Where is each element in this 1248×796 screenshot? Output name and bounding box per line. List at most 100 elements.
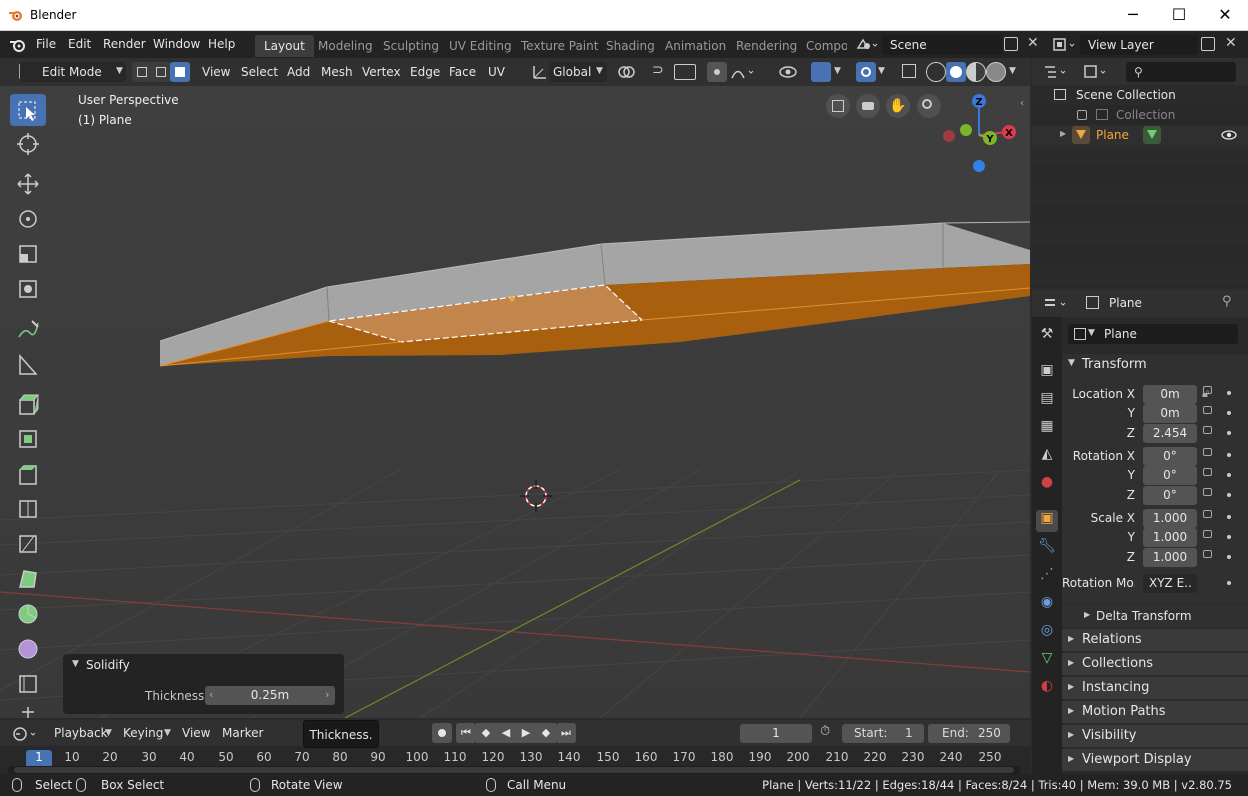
face-select-icon[interactable]: [170, 62, 190, 82]
visibility-section[interactable]: ▶ Visibility: [1062, 725, 1248, 747]
xray-toggle-icon[interactable]: [902, 64, 916, 78]
menu-keying[interactable]: Keying: [123, 723, 163, 743]
toggle-camera-view-icon[interactable]: [826, 94, 850, 118]
keyframe-dot-icon[interactable]: [1227, 453, 1231, 457]
extrude-tool[interactable]: [10, 388, 46, 420]
panel-collapse-icon[interactable]: ▼: [72, 659, 79, 669]
keyframe-dot-icon[interactable]: [1227, 473, 1231, 477]
instancing-section[interactable]: ▶ Instancing: [1062, 677, 1248, 699]
delete-scene-icon[interactable]: ✕: [1027, 35, 1039, 51]
proportional-falloff-icon[interactable]: [730, 63, 758, 81]
measure-tool[interactable]: [10, 348, 46, 380]
keyframe-dot-icon[interactable]: [1227, 391, 1231, 395]
tab-shading[interactable]: Shading: [597, 35, 664, 57]
tab-texture-paint[interactable]: Texture Paint: [512, 35, 607, 57]
pin-icon[interactable]: ⚲: [1222, 294, 1232, 309]
render-tab-icon[interactable]: ▣: [1036, 362, 1058, 384]
menu-edge[interactable]: Edge: [410, 62, 440, 82]
tab-rendering[interactable]: Rendering: [727, 35, 806, 57]
close-button[interactable]: ✕: [1202, 0, 1248, 31]
inset-tool[interactable]: [10, 423, 46, 455]
cursor-tool[interactable]: [10, 128, 46, 160]
material-tab-icon[interactable]: ◐: [1036, 678, 1058, 700]
world-tab-icon[interactable]: ●: [1036, 474, 1058, 496]
timeline-scrollbar[interactable]: [8, 766, 1020, 774]
tab-animation[interactable]: Animation: [656, 35, 735, 57]
lock-icon[interactable]: [1203, 448, 1212, 456]
camera-icon[interactable]: [856, 94, 880, 118]
menu-mesh[interactable]: Mesh: [321, 62, 353, 82]
tab-compositing[interactable]: Compo: [797, 35, 847, 57]
menu-window[interactable]: Window: [153, 37, 200, 51]
lock-icon[interactable]: [1203, 468, 1212, 476]
play-reverse-icon[interactable]: ◀: [496, 723, 516, 743]
proportional-edit-icon[interactable]: [707, 62, 727, 82]
start-frame-field[interactable]: Start: 1: [842, 724, 924, 743]
collection-checkbox[interactable]: [1077, 110, 1087, 120]
prev-keyframe-icon[interactable]: ◆: [476, 723, 496, 743]
lock-icon[interactable]: [1203, 426, 1212, 434]
jump-to-start-icon[interactable]: ⏮: [456, 723, 476, 743]
rotation-y-field[interactable]: 0°: [1143, 466, 1197, 485]
location-z-field[interactable]: 2.454: [1143, 424, 1197, 443]
delete-view-layer-icon[interactable]: ✕: [1225, 35, 1237, 51]
vertex-select-icon[interactable]: [132, 62, 152, 82]
outliner-row-scene-collection[interactable]: Scene Collection: [1032, 85, 1248, 105]
smooth-tool[interactable]: [10, 633, 46, 665]
location-x-field[interactable]: 0m: [1143, 385, 1197, 404]
transform-panel-header[interactable]: ▼ Transform: [1062, 354, 1248, 376]
new-scene-icon[interactable]: [1004, 37, 1018, 51]
lock-icon[interactable]: [1203, 386, 1212, 394]
transform-tool[interactable]: [10, 273, 46, 305]
snap-icon[interactable]: ⊃: [652, 62, 670, 82]
stopwatch-icon[interactable]: ⏱: [820, 724, 830, 739]
rotate-tool[interactable]: [10, 203, 46, 235]
spin-tool[interactable]: [10, 598, 46, 630]
tab-layout[interactable]: Layout: [255, 35, 314, 57]
outliner-editor-icon[interactable]: [1042, 63, 1072, 81]
record-button[interactable]: [432, 723, 452, 743]
rotation-mode-select[interactable]: XYZ E..: [1143, 574, 1197, 593]
scene-selector-icon[interactable]: [855, 36, 879, 54]
scale-x-field[interactable]: 1.000: [1143, 509, 1197, 528]
scene-tab-icon[interactable]: ◭: [1036, 446, 1058, 468]
rotation-z-field[interactable]: 0°: [1143, 486, 1197, 505]
keyframe-dot-icon[interactable]: [1227, 515, 1231, 519]
lock-icon[interactable]: [1203, 530, 1212, 538]
viewport-display-section[interactable]: ▶ Viewport Display: [1062, 749, 1248, 771]
pan-hand-icon[interactable]: ✋: [886, 94, 910, 118]
increment-arrow-icon[interactable]: ›: [325, 688, 329, 701]
keyframe-dot-icon[interactable]: [1227, 581, 1231, 585]
menu-render[interactable]: Render: [103, 37, 146, 51]
sidebar-toggle-icon[interactable]: ‹: [1020, 98, 1024, 109]
mesh-data-icon[interactable]: [1143, 126, 1161, 144]
scale-tool[interactable]: [10, 238, 46, 270]
3d-viewport[interactable]: User Perspective (1) Plane ✋ ‹ Z Y X ▼ S…: [0, 86, 1030, 718]
material-shading-icon[interactable]: [966, 62, 986, 82]
menu-select[interactable]: Select: [241, 62, 278, 82]
end-frame-field[interactable]: End: 250: [928, 724, 1010, 743]
menu-face[interactable]: Face: [449, 62, 476, 82]
properties-editor-icon[interactable]: [1042, 295, 1072, 313]
menu-uv[interactable]: UV: [488, 62, 505, 82]
lock-icon[interactable]: [1203, 488, 1212, 496]
keyframe-dot-icon[interactable]: [1227, 411, 1231, 415]
view-layer-field[interactable]: View Layer: [1080, 35, 1198, 55]
knife-tool[interactable]: [10, 528, 46, 560]
relations-section[interactable]: ▶ Relations: [1062, 629, 1248, 651]
timeline-ruler[interactable]: 1 10 20 30 40 50 60 70 80 90 100 110 120 130 140 150 160…: [0, 746, 1030, 774]
annotate-tool[interactable]: [10, 313, 46, 345]
output-tab-icon[interactable]: ▤: [1036, 390, 1058, 412]
delta-transform-header[interactable]: ▶ Delta Transform: [1062, 605, 1248, 627]
menu-file[interactable]: File: [36, 37, 56, 51]
view-layer-tab-icon[interactable]: ▦: [1036, 418, 1058, 440]
keyframe-dot-icon[interactable]: [1227, 431, 1231, 435]
outliner-search-input[interactable]: ⚲: [1126, 62, 1236, 82]
shrink-fatten-tool[interactable]: [10, 703, 46, 718]
tab-sculpting[interactable]: Sculpting: [374, 35, 448, 57]
snap-element-icon[interactable]: [674, 64, 696, 80]
gizmo-toggle-icon[interactable]: [811, 62, 831, 82]
menu-help[interactable]: Help: [208, 37, 235, 51]
maximize-button[interactable]: ☐: [1156, 0, 1202, 31]
edge-slide-tool[interactable]: [10, 668, 46, 700]
